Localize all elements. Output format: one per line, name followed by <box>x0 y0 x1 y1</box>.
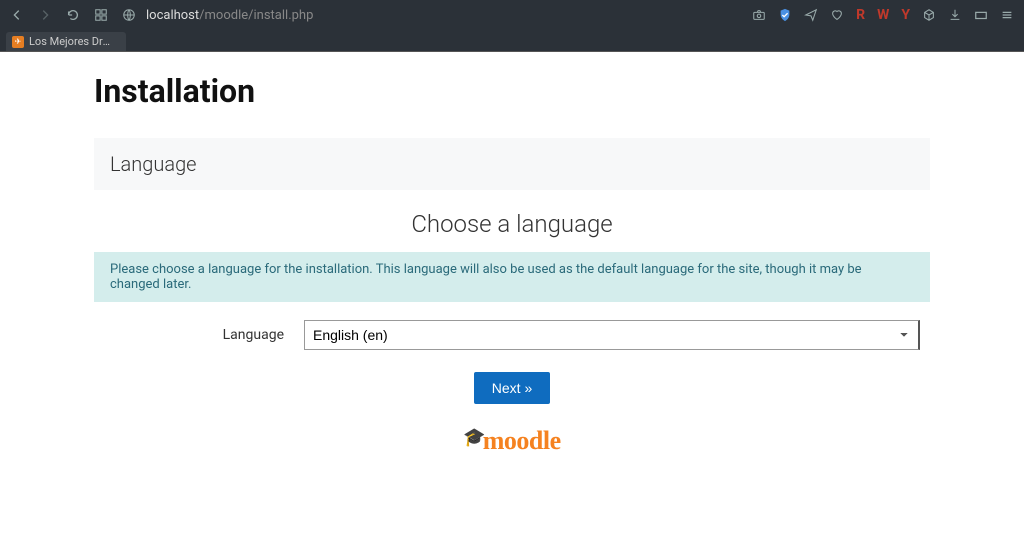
grid-icon[interactable] <box>94 8 108 22</box>
button-row: Next » <box>94 372 930 404</box>
grad-cap-icon: 🎓 <box>463 427 485 448</box>
tab-favicon-icon: ✈ <box>12 36 24 48</box>
shield-icon[interactable] <box>778 8 792 22</box>
camera-icon[interactable] <box>752 8 766 22</box>
download-icon[interactable] <box>948 8 962 22</box>
cube-icon[interactable] <box>922 8 936 22</box>
ext-icon-2[interactable]: W <box>877 7 889 23</box>
page-title: Installation <box>94 72 930 110</box>
menu-icon[interactable] <box>1000 8 1014 22</box>
heart-icon[interactable] <box>830 8 844 22</box>
subtitle: Choose a language <box>94 210 930 238</box>
nav-buttons <box>10 8 108 22</box>
page-content: Installation Language Choose a language … <box>0 52 1024 476</box>
url-text: localhost/moodle/install.php <box>146 8 313 23</box>
next-button[interactable]: Next » <box>474 372 550 404</box>
ext-icon-3[interactable]: Y <box>901 7 910 23</box>
send-icon[interactable] <box>804 8 818 22</box>
globe-icon <box>122 8 136 22</box>
reload-icon[interactable] <box>66 8 80 22</box>
language-label: Language <box>104 327 284 343</box>
tab-bar: ✈ Los Mejores Dro... <box>0 30 1024 52</box>
window-icon[interactable] <box>974 8 988 22</box>
section-header: Language <box>94 138 930 190</box>
language-row: Language English (en) <box>94 320 930 350</box>
ext-icon-1[interactable]: R <box>856 7 865 23</box>
forward-icon[interactable] <box>38 8 52 22</box>
language-select[interactable]: English (en) <box>304 320 920 350</box>
logo-row: 🎓 moodle <box>94 426 930 456</box>
moodle-logo: 🎓 moodle <box>463 426 560 456</box>
tab-label: Los Mejores Dro... <box>29 35 116 48</box>
info-banner: Please choose a language for the install… <box>94 252 930 302</box>
logo-text: moodle <box>483 426 561 456</box>
extension-icons: R W Y <box>752 7 1014 23</box>
browser-toolbar: localhost/moodle/install.php R W Y <box>0 0 1024 30</box>
address-bar[interactable]: localhost/moodle/install.php <box>122 8 738 23</box>
back-icon[interactable] <box>10 8 24 22</box>
browser-tab[interactable]: ✈ Los Mejores Dro... <box>6 32 126 51</box>
